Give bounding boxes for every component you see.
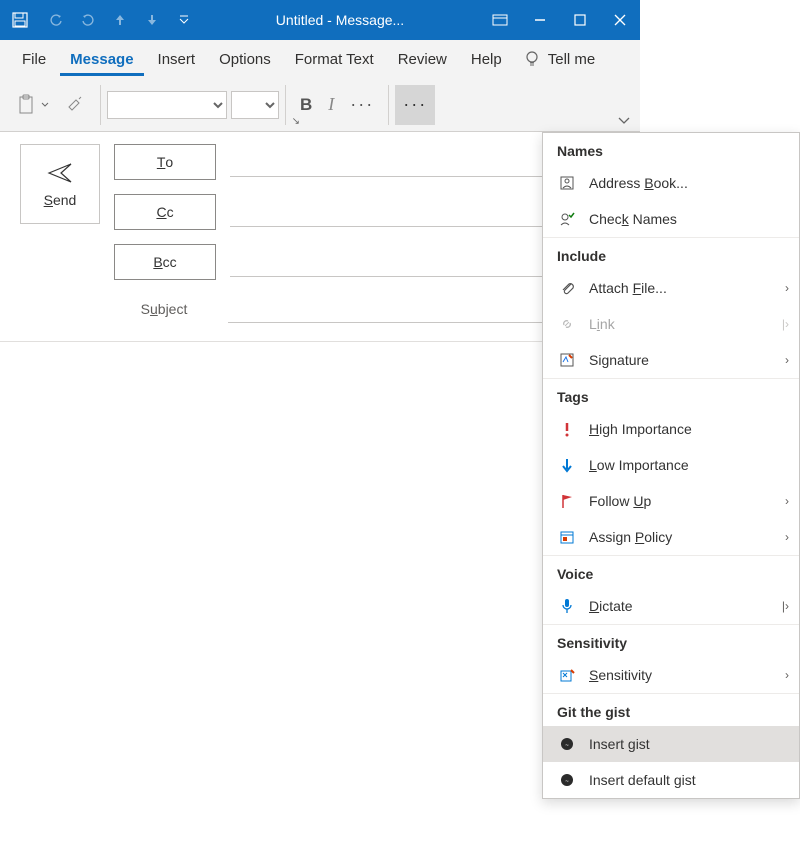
redo-icon[interactable] [72,0,104,40]
microphone-icon [557,598,577,614]
up-arrow-icon[interactable] [104,0,136,40]
italic-button[interactable]: I [320,85,342,125]
menu-assign-policy[interactable]: Assign PolicyAssign Policy › [543,519,799,555]
signature-icon [557,352,577,368]
down-arrow-icon[interactable] [136,0,168,40]
tab-file[interactable]: File [12,43,56,76]
overflow-button[interactable]: ··· [395,85,435,125]
menu-check-names[interactable]: Check NamesCheck Names [543,201,799,237]
font-size-input[interactable] [231,91,279,119]
gist-icon: ~ [557,736,577,752]
policy-icon [557,529,577,545]
menu-signature[interactable]: SignatureSignature › [543,342,799,378]
tab-options[interactable]: Options [209,43,281,76]
svg-text:~: ~ [565,779,569,785]
address-book-icon [557,175,577,191]
send-button[interactable]: SSendend [20,144,100,224]
menu-address-book[interactable]: Address Book...Address Book... [543,165,799,201]
maximize-icon[interactable] [560,0,600,40]
ribbon-overflow-menu: Names Address Book...Address Book... Che… [542,132,800,799]
ribbon-toolbar: B I ··· ··· ↘ [0,78,640,132]
minimize-icon[interactable] [520,0,560,40]
menu-low-importance[interactable]: Low ImportanceLow Importance [543,447,799,483]
gist-icon: ~ [557,772,577,788]
tab-insert[interactable]: Insert [148,43,206,76]
menu-link: LinkLink |› [543,306,799,342]
undo-icon[interactable] [40,0,72,40]
format-painter-button[interactable] [58,85,94,125]
ribbon-tabs: File Message Insert Options Format Text … [0,40,640,78]
menu-sensitivity[interactable]: SensitivitySensitivity › [543,657,799,693]
ribbon-collapse-icon[interactable] [618,117,630,125]
ribbon-mode-icon[interactable] [480,0,520,40]
lightbulb-icon [524,50,540,68]
send-label: SSendend [44,192,77,208]
bcc-button[interactable]: BccBcc [114,244,216,280]
menu-dictate[interactable]: DictateDictate |› [543,588,799,624]
tell-me-input[interactable]: Tell me [548,43,606,76]
menu-attach-file[interactable]: Attach File...Attach File... › [543,270,799,306]
font-name-input[interactable] [107,91,227,119]
send-icon [47,160,73,186]
menu-section-tags: Tags [543,379,799,411]
cc-button[interactable]: CcCc [114,194,216,230]
menu-section-sensitivity: Sensitivity [543,625,799,657]
title-bar: Untitled - Message... [0,0,640,40]
low-importance-icon [557,457,577,473]
menu-follow-up[interactable]: Follow UpFollow Up › [543,483,799,519]
more-formatting-button[interactable]: ··· [342,85,382,125]
menu-insert-gist[interactable]: ~ Insert gist [543,726,799,762]
menu-section-voice: Voice [543,556,799,588]
tab-format-text[interactable]: Format Text [285,43,384,76]
svg-text:~: ~ [565,743,569,749]
tab-help[interactable]: Help [461,43,512,76]
sensitivity-icon [557,667,577,683]
menu-insert-default-gist[interactable]: ~ Insert default gist [543,762,799,798]
close-icon[interactable] [600,0,640,40]
menu-section-gist: Git the gist [543,694,799,726]
flag-icon [557,493,577,509]
qat-customize-icon[interactable] [168,0,200,40]
to-button[interactable]: ToTo [114,144,216,180]
high-importance-icon [557,421,577,437]
menu-section-names: Names [543,133,799,165]
tab-message[interactable]: Message [60,43,143,76]
attachment-icon [557,280,577,296]
save-icon[interactable] [0,0,40,40]
window-title: Untitled - Message... [200,12,480,28]
link-icon [557,316,577,332]
menu-high-importance[interactable]: High ImportanceHigh Importance [543,411,799,447]
menu-section-include: Include [543,238,799,270]
tab-review[interactable]: Review [388,43,457,76]
subject-label: SubjectSubject [114,301,214,317]
dialog-launcher-icon[interactable]: ↘ [292,116,300,127]
paste-button[interactable] [8,85,58,125]
check-names-icon [557,211,577,227]
